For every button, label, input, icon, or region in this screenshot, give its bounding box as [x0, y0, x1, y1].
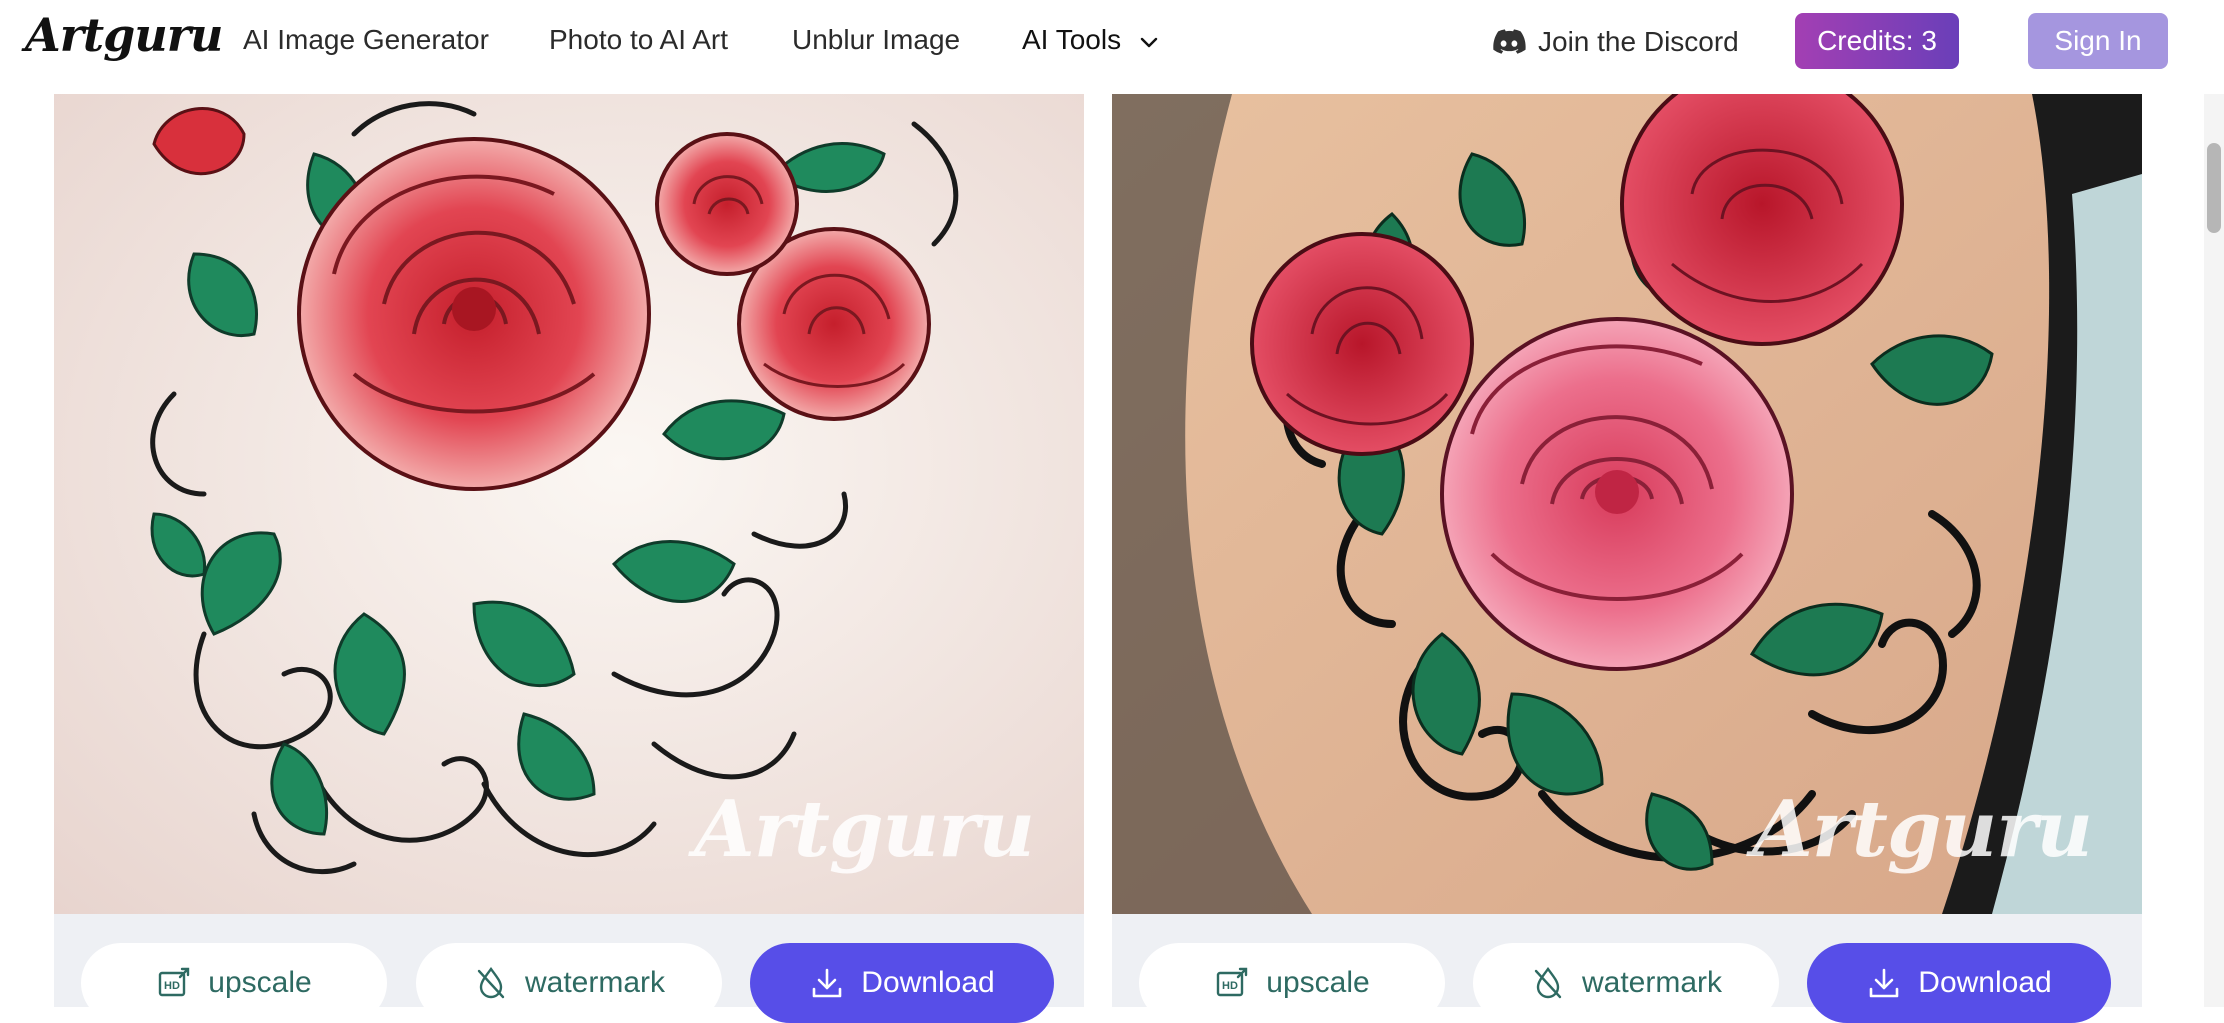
watermark-label-2: watermark	[1581, 966, 1723, 999]
hd-upscale-icon: HD	[1217, 967, 1248, 997]
nav-ai-tools[interactable]: AI Tools	[1022, 24, 1121, 56]
remove-watermark-icon	[477, 967, 505, 999]
credits-button[interactable]: Credits: 3	[1795, 13, 1959, 69]
svg-text:HD: HD	[1222, 980, 1238, 992]
discord-label: Join the Discord	[1538, 26, 1739, 57]
download-button-2[interactable]: Download	[1807, 943, 2111, 1023]
generated-image-1[interactable]: Artguru	[54, 94, 1084, 914]
brand-logo[interactable]: Artguru	[25, 8, 223, 62]
upscale-button-1[interactable]: HD upscale	[81, 943, 387, 1023]
chevron-down-icon[interactable]	[1137, 30, 1161, 54]
upscale-label-2: upscale	[1266, 966, 1370, 999]
download-icon	[812, 968, 842, 998]
watermark-button-1[interactable]: watermark	[416, 943, 722, 1023]
nav-unblur-image[interactable]: Unblur Image	[792, 24, 960, 56]
download-label-1: Download	[861, 966, 995, 999]
page-scrollbar-thumb[interactable]	[2207, 143, 2221, 233]
nav-ai-image-generator[interactable]: AI Image Generator	[243, 24, 489, 56]
image-watermark-1: Artguru	[694, 784, 1035, 875]
svg-text:HD: HD	[164, 980, 180, 992]
join-discord-link[interactable]: Join the Discord	[1492, 22, 1739, 62]
upscale-label-1: upscale	[208, 966, 312, 999]
nav-photo-to-ai-art[interactable]: Photo to AI Art	[549, 24, 728, 56]
result-card-1: Artguru HD upscale watermark Download	[54, 94, 1084, 1023]
top-nav: Artguru AI Image Generator Photo to AI A…	[0, 0, 2224, 94]
watermark-label-1: watermark	[524, 966, 666, 999]
download-label-2: Download	[1918, 966, 2052, 999]
watermark-button-2[interactable]: watermark	[1473, 943, 1779, 1023]
upscale-button-2[interactable]: HD upscale	[1139, 943, 1445, 1023]
download-button-1[interactable]: Download	[750, 943, 1054, 1023]
generated-image-2[interactable]: Artguru	[1112, 94, 2142, 914]
result-card-2: Artguru HD upscale watermark Download	[1112, 94, 2142, 1023]
remove-watermark-icon	[1534, 967, 1562, 999]
download-icon	[1869, 968, 1899, 998]
hd-upscale-icon: HD	[159, 967, 190, 997]
image-watermark-2: Artguru	[1752, 784, 2093, 875]
discord-icon	[1493, 29, 1526, 54]
sign-in-button[interactable]: Sign In	[2028, 13, 2168, 69]
